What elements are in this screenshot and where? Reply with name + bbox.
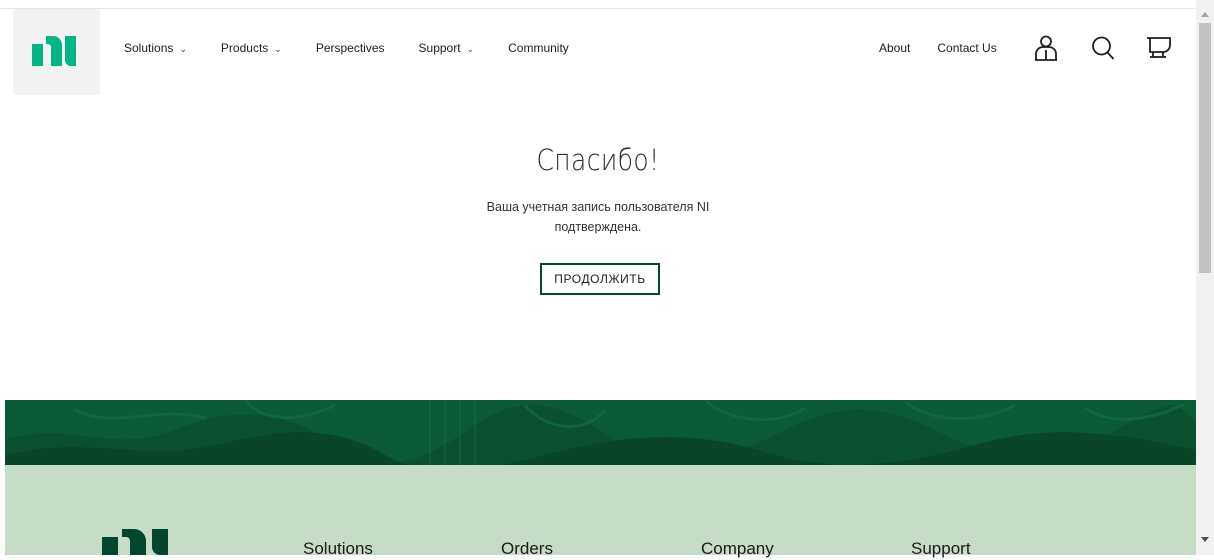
- confirmation-panel: Спасибо! Ваша учетная запись пользовател…: [0, 95, 1196, 400]
- scroll-down-arrow-icon[interactable]: [1201, 537, 1209, 542]
- nav-solutions-label: Solutions: [124, 41, 174, 55]
- main-nav: Solutions ⌄ Products ⌄ Perspectives Supp…: [124, 9, 603, 87]
- nav-products[interactable]: Products ⌄: [221, 41, 282, 55]
- search-icon[interactable]: [1091, 35, 1115, 61]
- footer-heading-support: Support: [911, 539, 971, 558]
- nav-solutions[interactable]: Solutions ⌄: [124, 41, 187, 55]
- nav-community-label: Community: [508, 41, 569, 55]
- ni-logo-icon: [102, 529, 168, 555]
- confirmation-message: Ваша учетная запись пользователя NI подт…: [486, 200, 710, 234]
- nav-community[interactable]: Community: [508, 41, 569, 55]
- nav-support-label: Support: [418, 41, 461, 55]
- site-header: Solutions ⌄ Products ⌄ Perspectives Supp…: [0, 9, 1196, 95]
- vertical-scrollbar[interactable]: [1196, 0, 1214, 555]
- ni-logo-icon: [32, 36, 76, 66]
- scroll-thumb[interactable]: [1199, 23, 1211, 273]
- nav-perspectives-label: Perspectives: [315, 41, 385, 55]
- scroll-up-arrow-icon[interactable]: [1201, 12, 1209, 17]
- chevron-down-icon: ⌄: [274, 43, 282, 54]
- page-title: Спасибо!: [536, 143, 660, 177]
- nav-perspectives[interactable]: Perspectives: [316, 41, 385, 55]
- footer-heading-company: Company: [701, 539, 774, 558]
- about-link[interactable]: About: [879, 41, 910, 55]
- nav-support[interactable]: Support ⌄: [419, 41, 475, 55]
- continue-button[interactable]: ПРОДОЛЖИТЬ: [540, 263, 660, 295]
- contact-us-link[interactable]: Contact Us: [937, 41, 996, 55]
- utility-links: About Contact Us: [879, 9, 1024, 87]
- footer-heading-orders: Orders: [501, 539, 553, 558]
- ni-logo[interactable]: [13, 9, 100, 95]
- chevron-down-icon: ⌄: [466, 43, 475, 54]
- site-footer: Solutions Orders Company Support: [5, 465, 1196, 558]
- chevron-down-icon: ⌄: [179, 43, 187, 54]
- nav-products-label: Products: [220, 41, 269, 55]
- footer-heading-solutions: Solutions: [303, 539, 373, 558]
- cart-icon[interactable]: [1146, 35, 1172, 61]
- footer-banner: [5, 400, 1196, 465]
- footer-ni-logo[interactable]: [102, 529, 178, 560]
- user-icon[interactable]: [1034, 35, 1058, 61]
- topographic-pattern-image: [5, 400, 1196, 465]
